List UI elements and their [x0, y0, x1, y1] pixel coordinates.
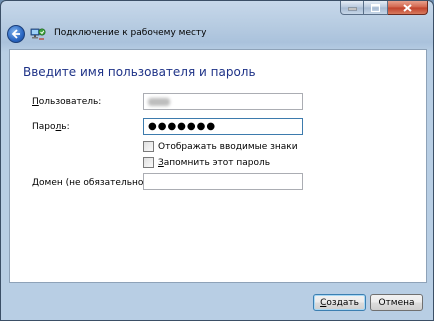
username-label-rest: ользователь: — [38, 97, 102, 107]
maximize-button[interactable] — [364, 1, 388, 15]
password-label: Пароль: — [32, 122, 70, 132]
username-label-accel: П — [32, 97, 39, 107]
show-chars-label: Отображать вводимые знаки — [158, 141, 298, 152]
domain-label: Домен (не обязательно): — [32, 178, 150, 188]
maximize-icon — [371, 3, 380, 12]
create-button-rest: оздать — [326, 297, 359, 308]
password-label-pre: Паро — [32, 122, 56, 132]
username-label: Пользователь: — [32, 97, 101, 107]
page-heading: Введите имя пользователя и пароль — [23, 65, 256, 79]
remember-label-rest: апомнить этот пароль — [163, 157, 271, 168]
remember-password-box[interactable] — [143, 157, 154, 168]
close-icon — [403, 3, 412, 12]
show-chars-checkbox[interactable]: Отображать вводимые знаки — [143, 141, 298, 152]
minimize-icon — [347, 7, 357, 10]
remember-password-checkbox[interactable]: Запомнить этот пароль — [143, 157, 270, 168]
network-connection-icon — [30, 28, 46, 40]
minimize-button[interactable] — [340, 1, 364, 15]
cancel-button[interactable]: Отмена — [370, 294, 423, 311]
domain-field[interactable] — [143, 173, 303, 190]
password-label-post: ь: — [61, 122, 70, 132]
back-button[interactable] — [7, 25, 25, 43]
create-button[interactable]: Создать — [313, 294, 366, 311]
close-button[interactable] — [388, 1, 428, 15]
window-title: Подключение к рабочему месту — [54, 28, 207, 38]
caption-buttons — [340, 1, 428, 15]
dialog-window: Подключение к рабочему месту Введите имя… — [0, 0, 434, 321]
password-value: ●●●●●●● — [148, 121, 217, 132]
show-chars-box[interactable] — [143, 141, 154, 152]
remember-password-label: Запомнить этот пароль — [158, 158, 270, 168]
password-field[interactable]: ●●●●●●● — [143, 118, 303, 135]
username-field[interactable] — [143, 93, 303, 110]
username-value-redacted — [148, 97, 170, 106]
back-arrow-icon — [11, 29, 20, 39]
